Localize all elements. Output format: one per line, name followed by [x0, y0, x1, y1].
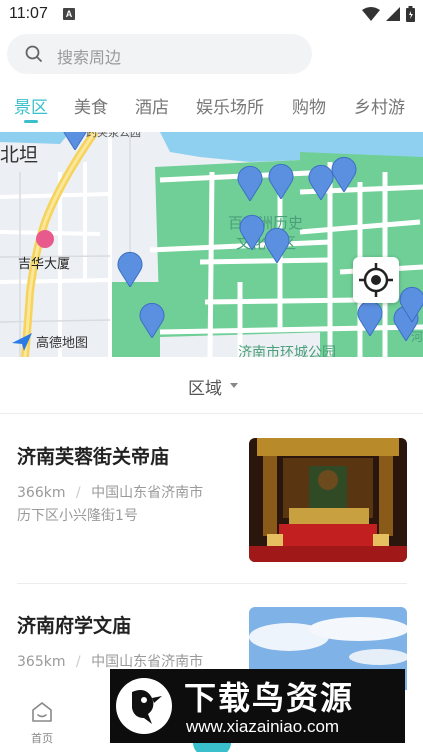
- search-icon: [25, 45, 42, 62]
- map-label-hotel: 吉华大厦: [18, 257, 71, 272]
- listing-meta: 366km / 中国山东省济南市历下区小兴隆街1号: [17, 482, 217, 528]
- tab-rural-tour[interactable]: 乡村游: [354, 93, 405, 118]
- watermark-logo: [116, 678, 172, 734]
- list-item[interactable]: 济南芙蓉街关帝庙 366km / 中国山东省济南市历下区小兴隆街1号: [17, 438, 407, 568]
- listing-title: 济南芙蓉街关帝庙: [17, 446, 170, 468]
- amap-arrow-icon: [12, 332, 32, 351]
- notification-icon: A: [63, 8, 75, 20]
- list-divider: [17, 583, 407, 584]
- map-pin[interactable]: [331, 156, 357, 192]
- tab-hotel[interactable]: 酒店: [135, 93, 169, 118]
- locate-button[interactable]: [353, 257, 399, 303]
- watermark-url: www.xiazainiao.com: [186, 717, 340, 736]
- listing-distance: 366km: [17, 485, 66, 501]
- map-pin[interactable]: [357, 300, 383, 336]
- listing-distance: 365km: [17, 654, 66, 670]
- map-pin[interactable]: [239, 214, 265, 250]
- map-view[interactable]: 北坦 趵突泉公园 吉华大厦 百花洲历史 文化街区 济南市环城公园 河 高德地图: [0, 132, 423, 357]
- map-provider-label: 高德地图: [36, 336, 89, 351]
- status-time: 11:07: [9, 5, 48, 22]
- map-label-district: 北坦: [0, 144, 39, 166]
- map-pin[interactable]: [237, 165, 263, 201]
- area-filter[interactable]: 区域: [0, 357, 423, 414]
- watermark-title: 下载鸟资源: [184, 679, 355, 717]
- map-pin[interactable]: [399, 286, 423, 322]
- status-bar: 11:07 A: [0, 0, 423, 30]
- signal-icon: [386, 7, 400, 21]
- caret-down-icon: [230, 383, 238, 388]
- watermark: 下载鸟资源 www.xiazainiao.com: [110, 669, 405, 743]
- map-pin[interactable]: [139, 302, 165, 338]
- map-pin[interactable]: [117, 251, 143, 287]
- listing-address: 中国山东省济南市: [91, 654, 204, 670]
- map-label-top: 趵突泉公园: [86, 132, 141, 139]
- hotel-icon: [36, 230, 54, 248]
- tab-shopping[interactable]: 购物: [292, 93, 326, 118]
- status-icons: [362, 6, 415, 22]
- tab-entertainment[interactable]: 娱乐场所: [196, 93, 264, 118]
- area-filter-label: 区域: [188, 379, 222, 399]
- listing-separator: /: [75, 485, 81, 501]
- battery-icon: [406, 6, 415, 22]
- tab-scenic[interactable]: 景区: [14, 93, 48, 118]
- map-pin[interactable]: [264, 227, 290, 263]
- crosshair-icon: [359, 263, 393, 297]
- nav-home-label: 首页: [31, 732, 53, 745]
- map-pin[interactable]: [268, 163, 294, 199]
- map-pin[interactable]: [62, 132, 88, 150]
- search-input[interactable]: 搜索周边: [7, 34, 312, 74]
- active-tab-indicator: [24, 120, 38, 123]
- tab-food[interactable]: 美食: [74, 93, 108, 118]
- bird-icon: [132, 690, 162, 724]
- listing-separator: /: [75, 654, 81, 670]
- search-placeholder: 搜索周边: [57, 48, 122, 67]
- map-label-park: 济南市环城公园: [238, 345, 336, 357]
- listing-image: [249, 438, 407, 562]
- nav-home[interactable]: 首页: [20, 700, 64, 746]
- category-tabs: 景区 美食 酒店 娱乐场所 购物 乡村游: [0, 93, 423, 125]
- home-icon: [32, 702, 52, 722]
- wifi-icon: [362, 7, 380, 21]
- listing-title: 济南府学文庙: [17, 615, 132, 637]
- map-provider-logo: 高德地图: [12, 332, 88, 351]
